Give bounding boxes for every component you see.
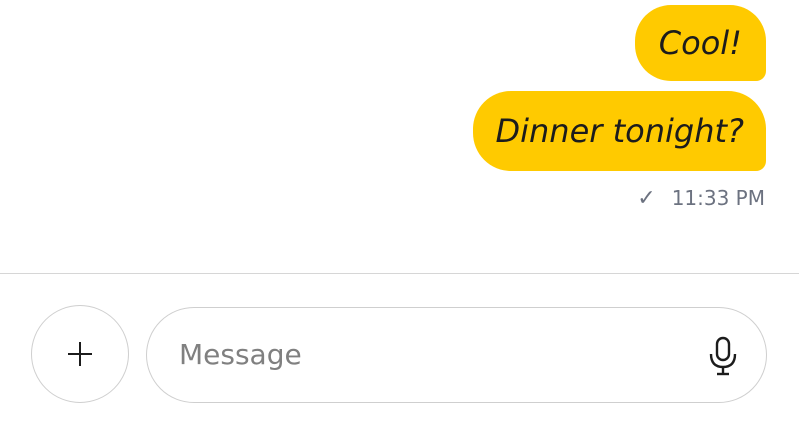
message-text: Dinner tonight? <box>495 112 744 150</box>
plus-icon <box>68 342 92 366</box>
message-input[interactable] <box>179 328 679 380</box>
message-composer <box>0 274 799 430</box>
message-status: ✓ 11:33 PM <box>637 184 765 212</box>
message-bubble[interactable]: Dinner tonight? <box>473 91 766 171</box>
message-field[interactable] <box>146 307 767 403</box>
microphone-icon[interactable] <box>708 336 738 376</box>
message-timestamp: 11:33 PM <box>671 186 765 210</box>
conversation-area: Cool! Dinner tonight? ✓ 11:33 PM <box>0 0 799 273</box>
sent-check-icon: ✓ <box>637 185 656 211</box>
add-attachment-button[interactable] <box>31 305 129 403</box>
message-text: Cool! <box>658 24 742 62</box>
message-bubble[interactable]: Cool! <box>634 5 766 81</box>
